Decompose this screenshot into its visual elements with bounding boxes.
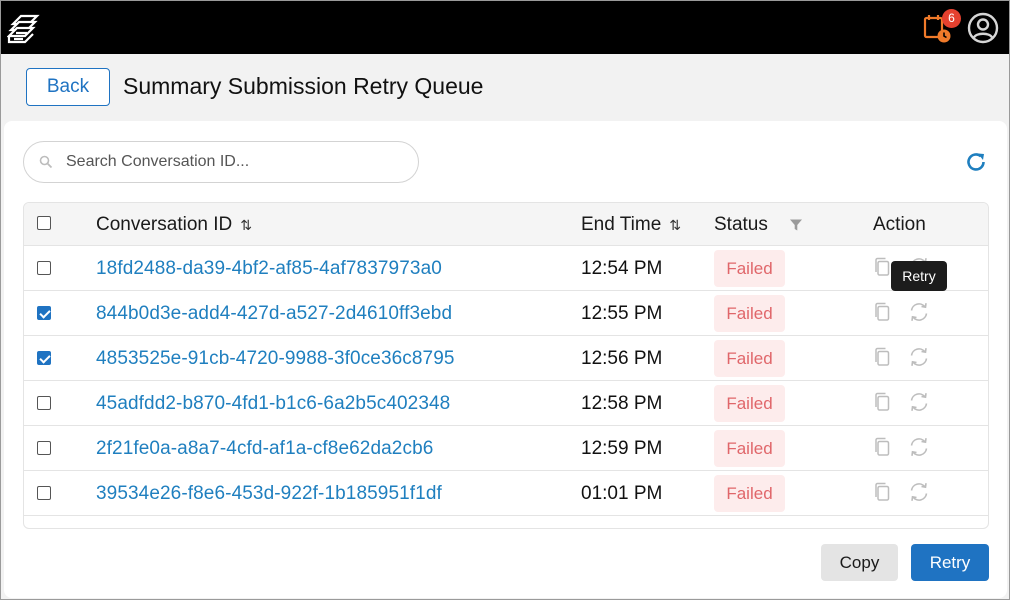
status-badge: Failed (714, 340, 785, 377)
end-time-cell: 12:54 PM (581, 258, 663, 279)
conversation-id-link[interactable]: 39534e26-f8e6-453d-922f-1b185951f1df (96, 471, 442, 516)
conversation-id-link[interactable]: 844b0d3e-add4-427d-a527-2d4610ff3ebd (96, 291, 452, 336)
table-row: 39534e26-f8e6-453d-922f-1b185951f1df 01:0… (24, 471, 988, 516)
row-checkbox[interactable] (37, 441, 51, 455)
row-checkbox[interactable] (37, 306, 51, 320)
table-row: 18fd2488-da39-4bf2-af85-4af7837973a0 12:5… (24, 246, 988, 291)
copy-icon[interactable] (873, 482, 891, 507)
conversation-id-link[interactable]: 2f21fe0a-a8a7-4cfd-af1a-cf8e62da2cb6 (96, 426, 433, 471)
notification-count-badge: 6 (942, 9, 961, 28)
copy-icon[interactable] (873, 437, 891, 462)
retry-icon[interactable] (908, 301, 930, 328)
select-all-checkbox[interactable] (37, 216, 51, 230)
back-button[interactable]: Back (26, 68, 110, 106)
retry-tooltip: Retry (891, 261, 947, 291)
retry-button[interactable]: Retry (911, 544, 989, 581)
row-checkbox[interactable] (37, 396, 51, 410)
status-badge: Failed (714, 430, 785, 467)
search-icon (39, 155, 53, 169)
row-checkbox[interactable] (37, 486, 51, 500)
end-time-cell: 12:55 PM (581, 303, 663, 324)
conversation-id-link[interactable]: 4853525e-91cb-4720-9988-3f0ce36c8795 (96, 336, 455, 381)
copy-icon[interactable] (873, 302, 891, 327)
retry-icon[interactable] (908, 391, 930, 418)
end-time-cell: 12:56 PM (581, 348, 663, 369)
table-row: 45adfdd2-b870-4fd1-b1c6-6a2b5c402348 12:5… (24, 381, 988, 426)
column-header-conversation-id[interactable]: Conversation ID ⇅ (96, 203, 252, 246)
copy-button[interactable]: Copy (821, 544, 898, 581)
search-input[interactable] (66, 150, 406, 174)
refresh-icon[interactable] (964, 150, 988, 174)
queue-card: Conversation ID ⇅ End Time ⇅ Status Action… (4, 121, 1007, 598)
table-row: 2f21fe0a-a8a7-4cfd-af1a-cf8e62da2cb6 12:5… (24, 426, 988, 471)
conversation-id-link[interactable]: 45adfdd2-b870-4fd1-b1c6-6a2b5c402348 (96, 381, 450, 426)
top-bar: 6 (1, 1, 1009, 54)
copy-icon[interactable] (873, 392, 891, 417)
end-time-cell: 01:01 PM (581, 483, 663, 504)
column-label: Conversation ID (96, 214, 233, 235)
retry-queue-table: Conversation ID ⇅ End Time ⇅ Status Action… (23, 202, 989, 529)
conversation-id-link[interactable]: 18fd2488-da39-4bf2-af85-4af7837973a0 (96, 246, 442, 291)
end-time-cell: 12:58 PM (581, 393, 663, 414)
column-header-action: Action (873, 214, 926, 235)
search-box[interactable] (23, 141, 419, 183)
page-title: Summary Submission Retry Queue (123, 73, 484, 99)
table-header: Conversation ID ⇅ End Time ⇅ Status Action (24, 203, 988, 246)
column-header-end-time[interactable]: End Time ⇅ (581, 203, 681, 246)
status-badge: Failed (714, 295, 785, 332)
copy-icon[interactable] (873, 257, 891, 282)
end-time-cell: 12:59 PM (581, 438, 663, 459)
row-checkbox[interactable] (37, 261, 51, 275)
column-label: End Time (581, 214, 662, 235)
user-circle-icon[interactable] (967, 12, 999, 44)
notification-button[interactable]: 6 (920, 9, 961, 45)
status-badge: Failed (714, 250, 785, 287)
sort-icon[interactable]: ⇅ (669, 217, 681, 233)
status-badge: Failed (714, 385, 785, 422)
retry-icon[interactable] (908, 436, 930, 463)
status-badge: Failed (714, 475, 785, 512)
table-row: 4853525e-91cb-4720-9988-3f0ce36c8795 12:5… (24, 336, 988, 381)
filter-icon[interactable] (789, 218, 803, 232)
table-row: 844b0d3e-add4-427d-a527-2d4610ff3ebd 12:5… (24, 291, 988, 336)
column-header-status: Status (714, 214, 768, 235)
sort-icon[interactable]: ⇅ (240, 217, 252, 233)
retry-icon[interactable] (908, 481, 930, 508)
layered-pages-logo-icon[interactable] (6, 12, 41, 46)
copy-icon[interactable] (873, 347, 891, 372)
retry-icon[interactable] (908, 346, 930, 373)
row-checkbox[interactable] (37, 351, 51, 365)
